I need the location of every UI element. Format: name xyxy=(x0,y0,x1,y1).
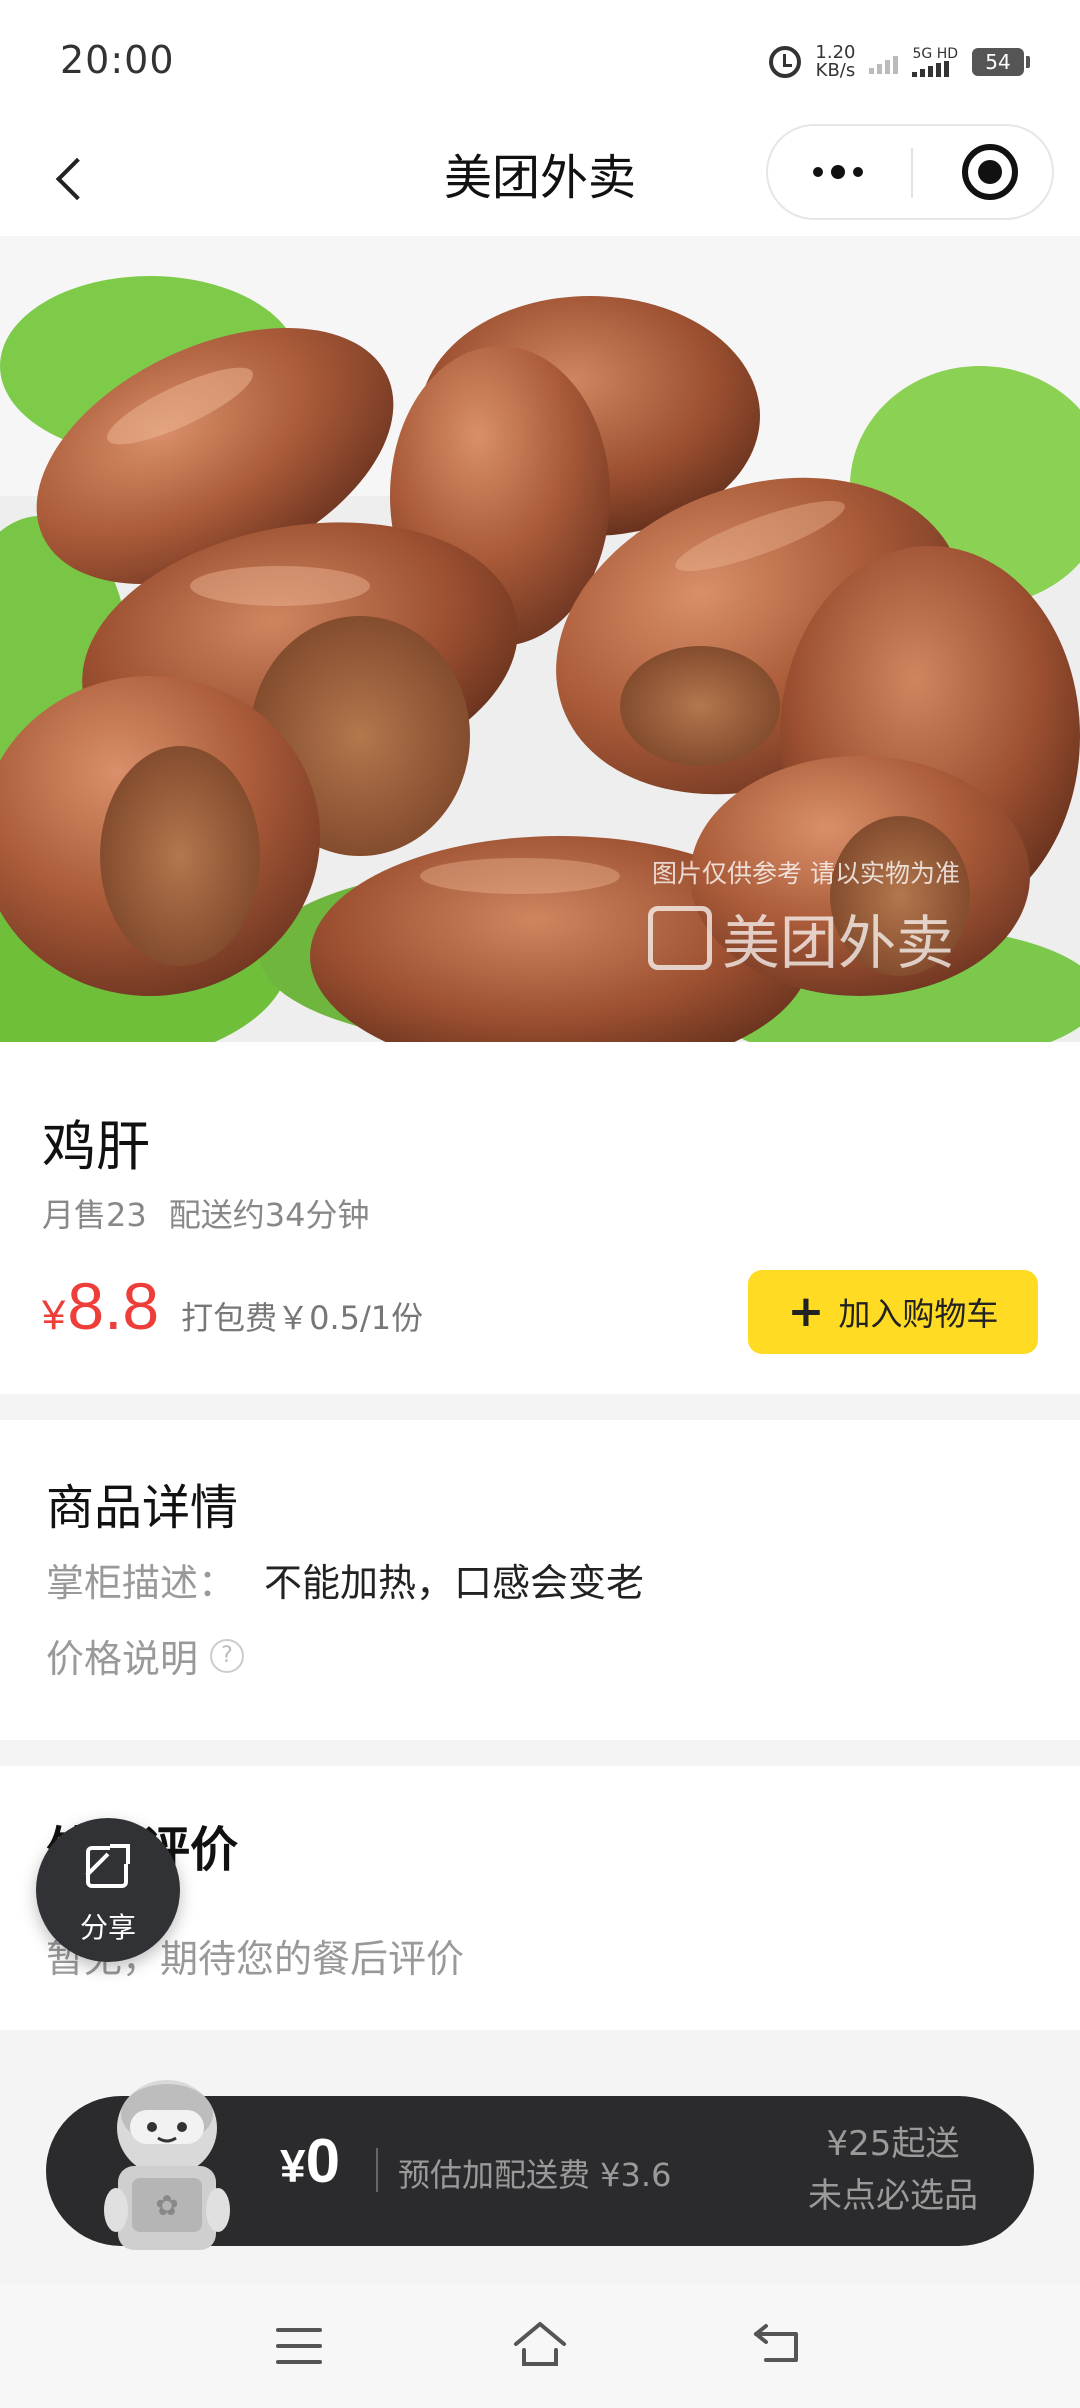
owner-description-label: 掌柜描述： xyxy=(46,1561,237,1605)
cart-total: ¥0 xyxy=(280,2126,340,2197)
owner-description: 掌柜描述： 不能加热，口感会变老 xyxy=(46,1552,644,1607)
packing-fee: 打包费￥0.5/1份 xyxy=(181,1299,424,1337)
signal-icon-sim2 xyxy=(912,61,958,77)
cart-mascot-icon[interactable]: ✿ xyxy=(92,2070,242,2250)
home-icon[interactable] xyxy=(512,2318,568,2370)
delivery-fee-estimate: 预估加配送费 ¥3.6 xyxy=(398,2156,672,2194)
product-meta: 月售23 配送约34分钟 xyxy=(42,1190,369,1236)
nav-bar: 美团外卖 xyxy=(0,120,1080,236)
plus-icon: + xyxy=(787,1286,825,1337)
cart-total-value: 0 xyxy=(305,2127,341,2196)
battery-icon: 54 xyxy=(972,48,1030,76)
signal-5g: 5G HD xyxy=(912,47,958,77)
delivery-time: 配送约34分钟 xyxy=(168,1196,370,1234)
add-to-cart-label: 加入购物车 xyxy=(838,1295,999,1333)
more-button[interactable] xyxy=(768,126,908,218)
system-navigation-bar xyxy=(0,2284,1080,2408)
share-label: 分享 xyxy=(79,1911,136,1944)
network-speed-unit: KB/s xyxy=(815,60,856,81)
watermark-logo-text: 美团外卖 xyxy=(722,909,955,977)
image-watermark-note: 图片仅供参考 请以实物为准 xyxy=(652,859,960,888)
cart-divider xyxy=(376,2148,378,2192)
price-value: 8.8 xyxy=(67,1269,160,1343)
menu-icon[interactable] xyxy=(276,2328,322,2364)
share-button[interactable]: 分享 xyxy=(36,1818,180,1962)
price-row: ¥8.8 打包费￥0.5/1份 xyxy=(42,1268,423,1344)
svg-text:✿: ✿ xyxy=(155,2189,178,2222)
cart-currency: ¥ xyxy=(280,2140,306,2192)
price-currency: ¥ xyxy=(42,1291,66,1338)
status-bar: 20:00 1.20 KB/s 5G HD 54 xyxy=(0,0,1080,120)
meituan-logo-icon xyxy=(648,906,712,970)
price-note[interactable]: 价格说明 ? xyxy=(46,1628,245,1683)
min-order-amount: ¥25起送 xyxy=(826,2124,960,2164)
monthly-sales: 月售23 xyxy=(42,1196,147,1234)
more-icon xyxy=(813,167,823,177)
back-nav-icon[interactable] xyxy=(752,2320,806,2368)
network-speed: 1.20 KB/s xyxy=(815,44,855,80)
detail-title: 商品详情 xyxy=(46,1480,239,1536)
product-image: 图片仅供参考 请以实物为准 美团外卖 xyxy=(0,236,1080,1042)
status-icons: 1.20 KB/s 5G HD 54 xyxy=(769,40,1030,84)
product-name: 鸡肝 xyxy=(42,1115,150,1178)
product-detail-section: 商品详情 掌柜描述： 不能加热，口感会变老 价格说明 ? xyxy=(0,1420,1080,1740)
mini-program-capsule xyxy=(766,124,1054,220)
product-info: 鸡肝 月售23 配送约34分钟 ¥8.8 打包费￥0.5/1份 + 加入购物车 xyxy=(0,1042,1080,1394)
product-price: ¥8.8 xyxy=(42,1268,159,1344)
capsule-divider xyxy=(911,148,913,198)
required-items-note: 未点必选品 xyxy=(808,2176,978,2216)
min-order-info: ¥25起送 未点必选品 xyxy=(808,2118,978,2222)
add-to-cart-button[interactable]: + 加入购物车 xyxy=(748,1270,1038,1354)
price-note-label: 价格说明 xyxy=(46,1637,199,1681)
image-watermark-logo: 美团外卖 xyxy=(648,896,954,980)
network-type: 5G HD xyxy=(912,46,958,62)
question-icon[interactable]: ? xyxy=(210,1638,245,1673)
owner-description-value: 不能加热，口感会变老 xyxy=(264,1561,645,1605)
signal-icon-sim1 xyxy=(869,50,899,74)
alarm-icon xyxy=(769,46,802,78)
status-time: 20:00 xyxy=(60,38,175,82)
close-button[interactable] xyxy=(962,144,1018,200)
